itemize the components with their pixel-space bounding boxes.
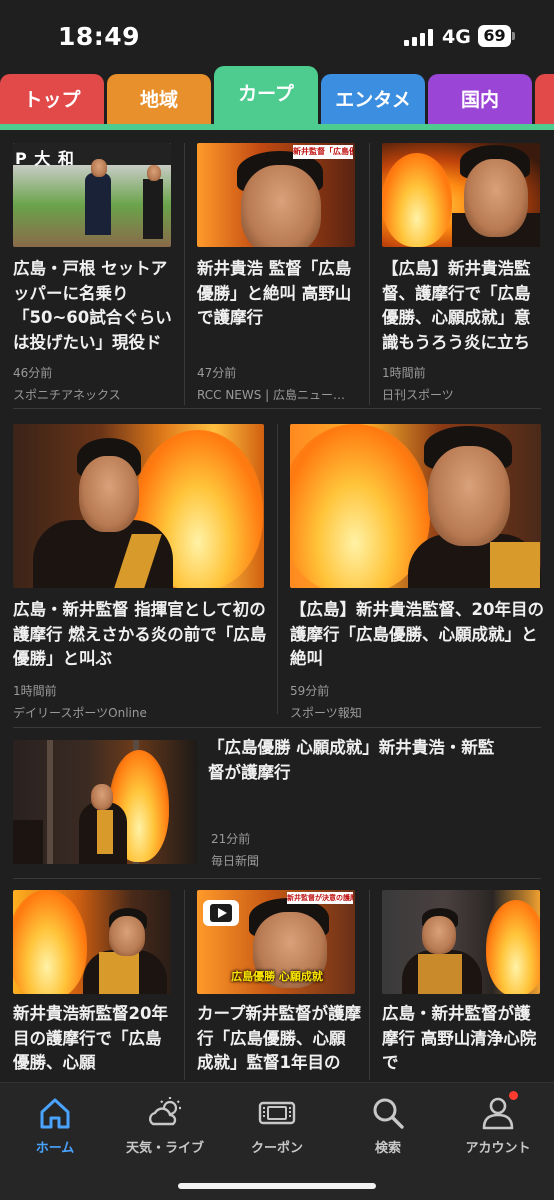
thumbnail-subtitle: 広島優勝 心願成就 — [231, 970, 323, 983]
battery-icon: 69 — [478, 25, 516, 47]
article-thumbnail: P 大 和 — [13, 143, 171, 247]
article-headline: 新井貴浩新監督20年目の護摩行で「広島優勝、心願 — [13, 1004, 168, 1072]
battery-level: 69 — [478, 25, 511, 47]
signal-icon — [404, 28, 434, 46]
thumbnail-caption: 新井監督が決意の護摩 — [287, 892, 353, 904]
video-play-icon — [203, 900, 239, 926]
home-icon — [35, 1093, 75, 1133]
article-time: 21分前 — [211, 832, 251, 846]
article-thumbnail — [13, 890, 171, 994]
article-thumbnail — [13, 740, 197, 864]
nav-coupon[interactable]: クーポン — [222, 1093, 332, 1156]
tab-carp[interactable]: カープ — [214, 66, 318, 126]
article-source: 日刊スポーツ — [382, 388, 454, 402]
search-icon — [368, 1093, 408, 1133]
coupon-icon — [257, 1093, 297, 1133]
article-headline: 広島・戸根 セットアッパーに名乗り「50~60試合ぐらいは投げたい」現役ドラフト… — [13, 259, 172, 352]
article-source: デイリースポーツOnline — [13, 706, 147, 720]
article-time: 46分前 — [13, 366, 53, 380]
article-thumbnail — [382, 890, 540, 994]
nav-label: クーポン — [250, 1141, 303, 1156]
article-headline: 「広島優勝 心願成就」新井貴浩・新監督が護摩行 — [208, 738, 495, 782]
article-thumbnail — [382, 143, 540, 247]
article-thumbnail — [13, 424, 264, 588]
article-card-6[interactable]: 「広島優勝 心願成就」新井貴浩・新監督が護摩行 21分前 毎日新聞 — [0, 728, 554, 876]
article-headline: 広島・新井監督 指揮官として初の護摩行 燃えさかる炎の前で「広島優勝」と叫ぶ — [13, 600, 267, 668]
article-card-2[interactable]: 新井監督「広島優勝」と絶叫 新井貴浩 監督「広島優勝」と絶叫 高野山で護摩行 4… — [185, 130, 369, 410]
article-source: RCC NEWS | 広島ニュー… — [197, 388, 346, 402]
tab-region[interactable]: 地域 — [107, 74, 211, 126]
nav-home[interactable]: ホーム — [0, 1093, 110, 1156]
category-tabs: トップ 地域 カープ エンタメ 国内 — [0, 66, 554, 130]
article-card-8[interactable]: 新井監督が決意の護摩 広島優勝 心願成就 カープ新井監督が護摩行「広島優勝、心願… — [185, 880, 369, 1082]
network-label: 4G — [442, 26, 471, 48]
article-time: 1時間前 — [13, 684, 57, 698]
article-thumbnail: 新井監督「広島優勝」と絶叫 — [197, 143, 355, 247]
article-headline: 【広島】新井貴浩監督、護摩行で「広島優勝、心願成就」意識もうろう炎に立ち向かい叫… — [382, 259, 531, 352]
tab-domestic[interactable]: 国内 — [428, 74, 532, 126]
notification-dot — [509, 1091, 518, 1100]
article-card-9[interactable]: 広島・新井監督が護摩行 高野山清浄心院で — [370, 880, 554, 1082]
article-card-4[interactable]: 広島・新井監督 指揮官として初の護摩行 燃えさかる炎の前で「広島優勝」と叫ぶ 1… — [0, 410, 277, 720]
status-time: 18:49 — [58, 22, 141, 51]
nav-label: 天気・ライブ — [125, 1141, 204, 1156]
tab-entame[interactable]: エンタメ — [321, 74, 425, 126]
nav-account[interactable]: アカウント — [443, 1091, 553, 1156]
article-headline: 【広島】新井貴浩監督、20年目の護摩行「広島優勝、心願成就」と絶叫 — [290, 600, 544, 668]
article-thumbnail: 新井監督が決意の護摩 広島優勝 心願成就 — [197, 890, 355, 994]
article-source: スポーツ報知 — [290, 706, 362, 720]
nav-label: アカウント — [465, 1141, 531, 1156]
article-time: 1時間前 — [382, 366, 426, 380]
article-headline: 広島・新井監督が護摩行 高野山清浄心院で — [382, 1004, 537, 1072]
weather-icon — [145, 1093, 185, 1133]
home-indicator — [178, 1183, 376, 1189]
article-source: 毎日新聞 — [211, 854, 260, 868]
article-headline: 新井貴浩 監督「広島優勝」と絶叫 高野山で護摩行 — [197, 259, 352, 327]
article-time: 59分前 — [290, 684, 330, 698]
nav-weather-live[interactable]: 天気・ライブ — [110, 1093, 220, 1156]
tab-top[interactable]: トップ — [0, 74, 104, 126]
status-bar: 18:49 4G 69 — [0, 0, 554, 70]
article-card-3[interactable]: 【広島】新井貴浩監督、護摩行で「広島優勝、心願成就」意識もうろう炎に立ち向かい叫… — [370, 130, 554, 410]
thumbnail-caption: 新井監督「広島優勝」と絶叫 — [293, 145, 353, 159]
article-card-7[interactable]: 新井貴浩新監督20年目の護摩行で「広島優勝、心願 — [0, 880, 184, 1082]
article-source: スポニチアネックス — [13, 388, 121, 402]
tab-next-partial[interactable] — [535, 74, 554, 126]
nav-label: 検索 — [374, 1141, 401, 1156]
nav-search[interactable]: 検索 — [333, 1093, 443, 1156]
article-headline: カープ新井監督が護摩行「広島優勝、心願成就」監督1年目の — [197, 1004, 361, 1072]
article-card-1[interactable]: P 大 和 広島・戸根 セットアッパーに名乗り「50~60試合ぐらいは投げたい」… — [0, 130, 184, 410]
account-icon — [478, 1091, 518, 1133]
article-thumbnail — [290, 424, 541, 588]
nav-label: ホーム — [35, 1141, 75, 1156]
article-time: 47分前 — [197, 366, 237, 380]
article-card-5[interactable]: 【広島】新井貴浩監督、20年目の護摩行「広島優勝、心願成就」と絶叫 59分前 ス… — [278, 410, 554, 720]
